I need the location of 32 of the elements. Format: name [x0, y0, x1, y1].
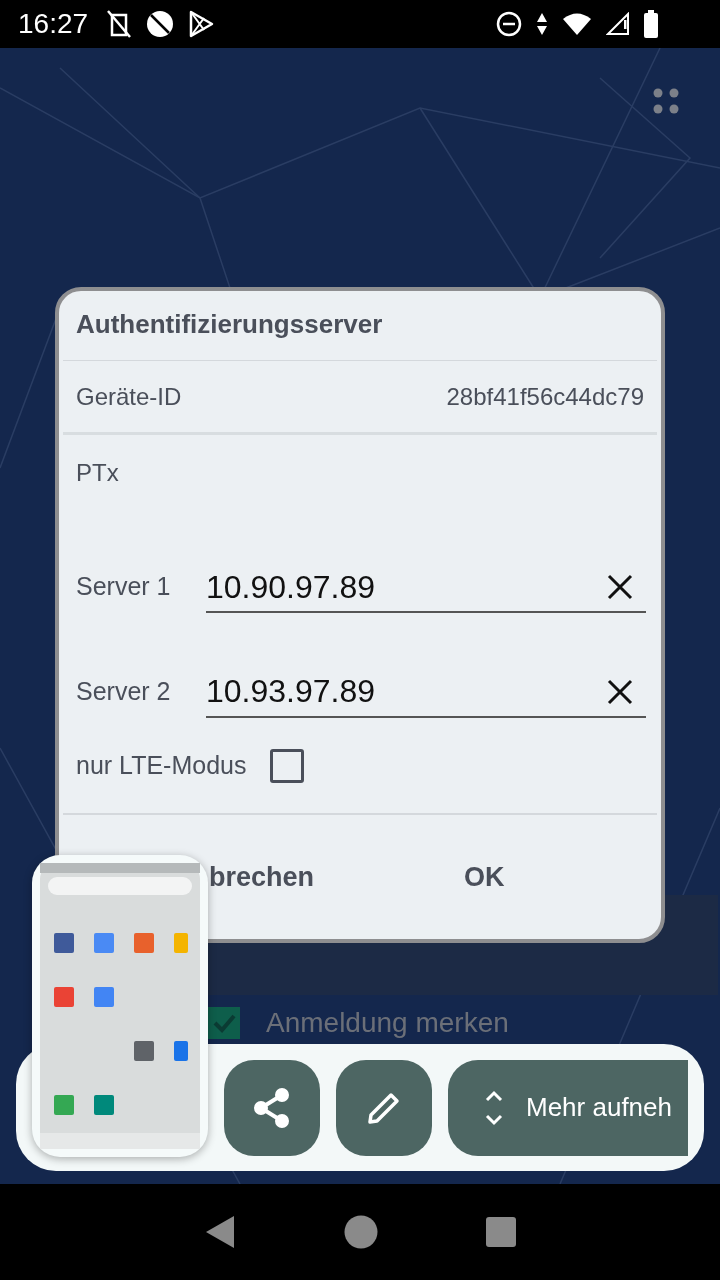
expand-icon — [484, 1089, 504, 1126]
server-label: Server 1 — [76, 572, 172, 603]
server-field[interactable]: 10.90.97.89 — [206, 567, 607, 608]
edit-button[interactable] — [336, 1059, 432, 1156]
remember-checkbox[interactable] — [208, 1007, 240, 1039]
back-icon[interactable] — [204, 1215, 236, 1249]
wifi-icon — [562, 12, 592, 36]
clear-icon[interactable] — [607, 678, 633, 705]
remember-label: Anmeldung merken — [266, 1007, 509, 1039]
section-label: PTx — [75, 457, 120, 488]
play-store-icon — [188, 10, 215, 38]
signal-icon — [606, 12, 630, 36]
device-id-value: 28bf41f56c44dc79 — [446, 382, 644, 411]
battery-icon — [644, 10, 658, 38]
do-not-disturb-icon — [496, 11, 522, 37]
dialog-button[interactable]: brechen — [205, 857, 319, 897]
dialog-button[interactable]: OK — [460, 857, 509, 897]
no-sim-icon — [106, 9, 133, 39]
server-field[interactable]: 10.93.97.89 — [206, 671, 607, 712]
lte-checkbox[interactable] — [270, 748, 305, 783]
home-icon[interactable] — [344, 1215, 378, 1249]
clear-icon[interactable] — [607, 574, 633, 601]
menu-dots-icon[interactable] — [653, 88, 679, 114]
server-label: Server 2 — [76, 676, 172, 707]
data-arrows-icon — [536, 11, 548, 37]
status-time: 16:27 — [18, 8, 89, 40]
lte-label: nur LTE-Modus — [76, 751, 247, 781]
share-button[interactable] — [224, 1059, 320, 1156]
share-icon — [252, 1087, 292, 1128]
more-button[interactable]: Mehr aufneh — [448, 1059, 688, 1156]
dialog-title: Authentifizierungsserver — [75, 308, 384, 341]
device-id-label: Geräte-ID — [76, 382, 182, 411]
